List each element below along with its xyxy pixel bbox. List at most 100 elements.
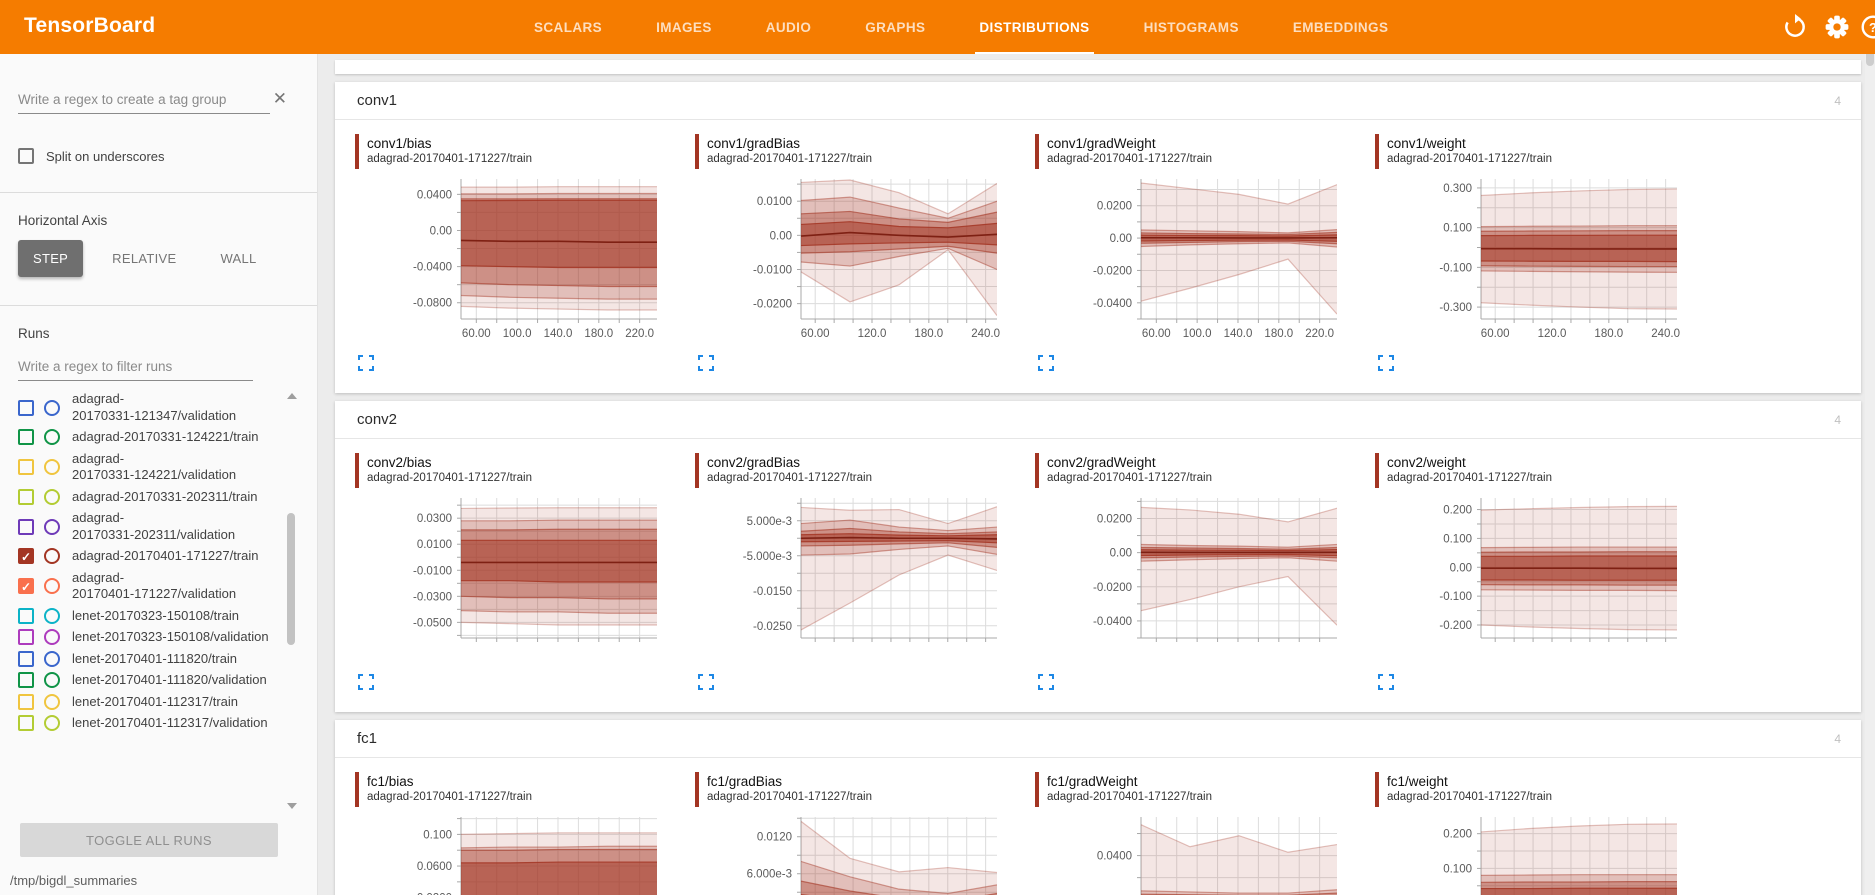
run-radio[interactable] bbox=[44, 694, 60, 710]
close-icon[interactable]: ✕ bbox=[273, 90, 287, 107]
run-checkbox[interactable] bbox=[18, 608, 34, 624]
expand-chart-icon[interactable] bbox=[1037, 673, 1055, 691]
svg-text:-0.100: -0.100 bbox=[1439, 591, 1472, 603]
split-label: Split on underscores bbox=[46, 149, 165, 164]
run-item[interactable]: lenet-20170401-112317/train bbox=[18, 694, 277, 711]
chart-header: fc1/weightadagrad-20170401-171227/train bbox=[1375, 772, 1695, 807]
run-radio[interactable] bbox=[44, 651, 60, 667]
tab-histograms[interactable]: HISTOGRAMS bbox=[1140, 0, 1243, 54]
run-radio[interactable] bbox=[44, 548, 60, 564]
run-checkbox[interactable] bbox=[18, 489, 34, 505]
chart-header: conv2/weightadagrad-20170401-171227/trai… bbox=[1375, 453, 1695, 488]
expand-chart-icon[interactable] bbox=[697, 354, 715, 372]
run-radio[interactable] bbox=[44, 629, 60, 645]
run-checkbox[interactable] bbox=[18, 459, 34, 475]
svg-text:0.00: 0.00 bbox=[430, 225, 452, 237]
tab-images[interactable]: IMAGES bbox=[652, 0, 716, 54]
run-radio[interactable] bbox=[44, 608, 60, 624]
expand-chart-icon[interactable] bbox=[697, 673, 715, 691]
tab-audio[interactable]: AUDIO bbox=[762, 0, 816, 54]
run-label: lenet-20170323-150108/train bbox=[72, 608, 239, 625]
svg-text:-0.0200: -0.0200 bbox=[1093, 265, 1132, 277]
section-header-conv2[interactable]: conv24 bbox=[335, 401, 1861, 439]
run-item[interactable]: lenet-20170323-150108/train bbox=[18, 608, 277, 625]
chart-run-subtitle: adagrad-20170401-171227/train bbox=[367, 790, 675, 805]
run-radio[interactable] bbox=[44, 578, 60, 594]
run-checkbox[interactable]: ✓ bbox=[18, 578, 34, 594]
distribution-chart: 0.04000.00-0.0400-0.080060.00100.0140.01… bbox=[355, 177, 677, 345]
run-checkbox[interactable] bbox=[18, 629, 34, 645]
run-radio[interactable] bbox=[44, 519, 60, 535]
axis-button-wall[interactable]: WALL bbox=[205, 240, 271, 277]
run-checkbox[interactable] bbox=[18, 672, 34, 688]
run-item[interactable]: lenet-20170401-112317/validation bbox=[18, 715, 277, 732]
section-header-fc1[interactable]: fc14 bbox=[335, 720, 1861, 758]
expand-chart-icon[interactable] bbox=[357, 354, 375, 372]
run-checkbox[interactable]: ✓ bbox=[18, 548, 34, 564]
expand-row bbox=[1037, 354, 1355, 377]
run-item[interactable]: lenet-20170401-111820/train bbox=[18, 651, 277, 668]
axis-button-step[interactable]: STEP bbox=[18, 240, 83, 277]
svg-text:-5.000e-3: -5.000e-3 bbox=[743, 551, 792, 563]
expand-chart-icon[interactable] bbox=[1377, 673, 1395, 691]
svg-text:-0.0200: -0.0200 bbox=[753, 299, 792, 311]
axis-button-relative[interactable]: RELATIVE bbox=[97, 240, 191, 277]
expand-chart-icon[interactable] bbox=[1377, 354, 1395, 372]
run-checkbox[interactable] bbox=[18, 715, 34, 731]
settings-icon[interactable] bbox=[1824, 14, 1850, 40]
run-item[interactable]: lenet-20170323-150108/validation bbox=[18, 629, 277, 646]
run-label: lenet-20170401-112317/train bbox=[72, 694, 238, 711]
scroll-down-icon[interactable] bbox=[287, 803, 297, 809]
tab-distributions[interactable]: DISTRIBUTIONS bbox=[975, 0, 1093, 54]
run-item[interactable]: ✓ adagrad-20170401-171227/train bbox=[18, 548, 277, 565]
split-checkbox[interactable] bbox=[18, 148, 34, 164]
run-radio[interactable] bbox=[44, 400, 60, 416]
run-radio[interactable] bbox=[44, 715, 60, 731]
run-item[interactable]: adagrad-20170331-121347/validation bbox=[18, 391, 277, 424]
run-checkbox[interactable] bbox=[18, 400, 34, 416]
runs-scrollbar[interactable] bbox=[285, 393, 299, 809]
chart-run-subtitle: adagrad-20170401-171227/train bbox=[367, 471, 675, 486]
runs-scrollbar-thumb[interactable] bbox=[287, 513, 295, 645]
run-label: adagrad-20170401-171227/train bbox=[72, 548, 259, 565]
svg-text:140.0: 140.0 bbox=[544, 328, 573, 340]
run-item[interactable]: adagrad-20170331-124221/train bbox=[18, 429, 277, 446]
svg-text:60.00: 60.00 bbox=[801, 328, 830, 340]
run-radio[interactable] bbox=[44, 672, 60, 688]
tag-regex-input[interactable] bbox=[18, 88, 270, 114]
chart-title: conv1/gradWeight bbox=[1047, 135, 1355, 152]
run-item[interactable]: adagrad-20170331-202311/train bbox=[18, 489, 277, 506]
run-item[interactable]: lenet-20170401-111820/validation bbox=[18, 672, 277, 689]
run-checkbox[interactable] bbox=[18, 429, 34, 445]
toggle-all-runs-button[interactable]: TOGGLE ALL RUNS bbox=[20, 823, 278, 857]
svg-text:5.000e-3: 5.000e-3 bbox=[747, 516, 792, 528]
run-radio[interactable] bbox=[44, 459, 60, 475]
expand-chart-icon[interactable] bbox=[1037, 354, 1055, 372]
run-checkbox[interactable] bbox=[18, 651, 34, 667]
main-scrollbar[interactable] bbox=[1865, 0, 1875, 895]
run-item[interactable]: ✓adagrad-20170401-171227/validation bbox=[18, 570, 277, 603]
tab-scalars[interactable]: SCALARS bbox=[530, 0, 606, 54]
refresh-icon[interactable] bbox=[1782, 14, 1808, 40]
section-header-conv1[interactable]: conv14 bbox=[335, 82, 1861, 120]
tab-graphs[interactable]: GRAPHS bbox=[861, 0, 929, 54]
help-icon[interactable]: ? bbox=[1860, 14, 1875, 40]
scroll-up-icon[interactable] bbox=[287, 393, 297, 399]
run-label: adagrad-20170331-202311/validation bbox=[72, 510, 235, 543]
run-checkbox[interactable] bbox=[18, 519, 34, 535]
run-item[interactable]: adagrad-20170331-202311/validation bbox=[18, 510, 277, 543]
run-item[interactable]: adagrad-20170331-124221/validation bbox=[18, 451, 277, 484]
run-radio[interactable] bbox=[44, 489, 60, 505]
runs-filter-input[interactable] bbox=[18, 355, 253, 381]
chart-title: fc1/gradWeight bbox=[1047, 773, 1355, 790]
split-on-underscores-row[interactable]: Split on underscores bbox=[18, 148, 299, 164]
chart-header: conv1/gradWeightadagrad-20170401-171227/… bbox=[1035, 134, 1355, 169]
tab-embeddings[interactable]: EMBEDDINGS bbox=[1289, 0, 1393, 54]
run-label: lenet-20170401-111820/validation bbox=[72, 672, 267, 689]
expand-chart-icon[interactable] bbox=[357, 673, 375, 691]
run-radio[interactable] bbox=[44, 429, 60, 445]
run-checkbox[interactable] bbox=[18, 694, 34, 710]
chart-card-conv2-gradWeight: conv2/gradWeightadagrad-20170401-171227/… bbox=[1015, 453, 1355, 702]
chart-header: conv1/gradBiasadagrad-20170401-171227/tr… bbox=[695, 134, 1015, 169]
svg-text:0.100: 0.100 bbox=[1443, 223, 1472, 235]
